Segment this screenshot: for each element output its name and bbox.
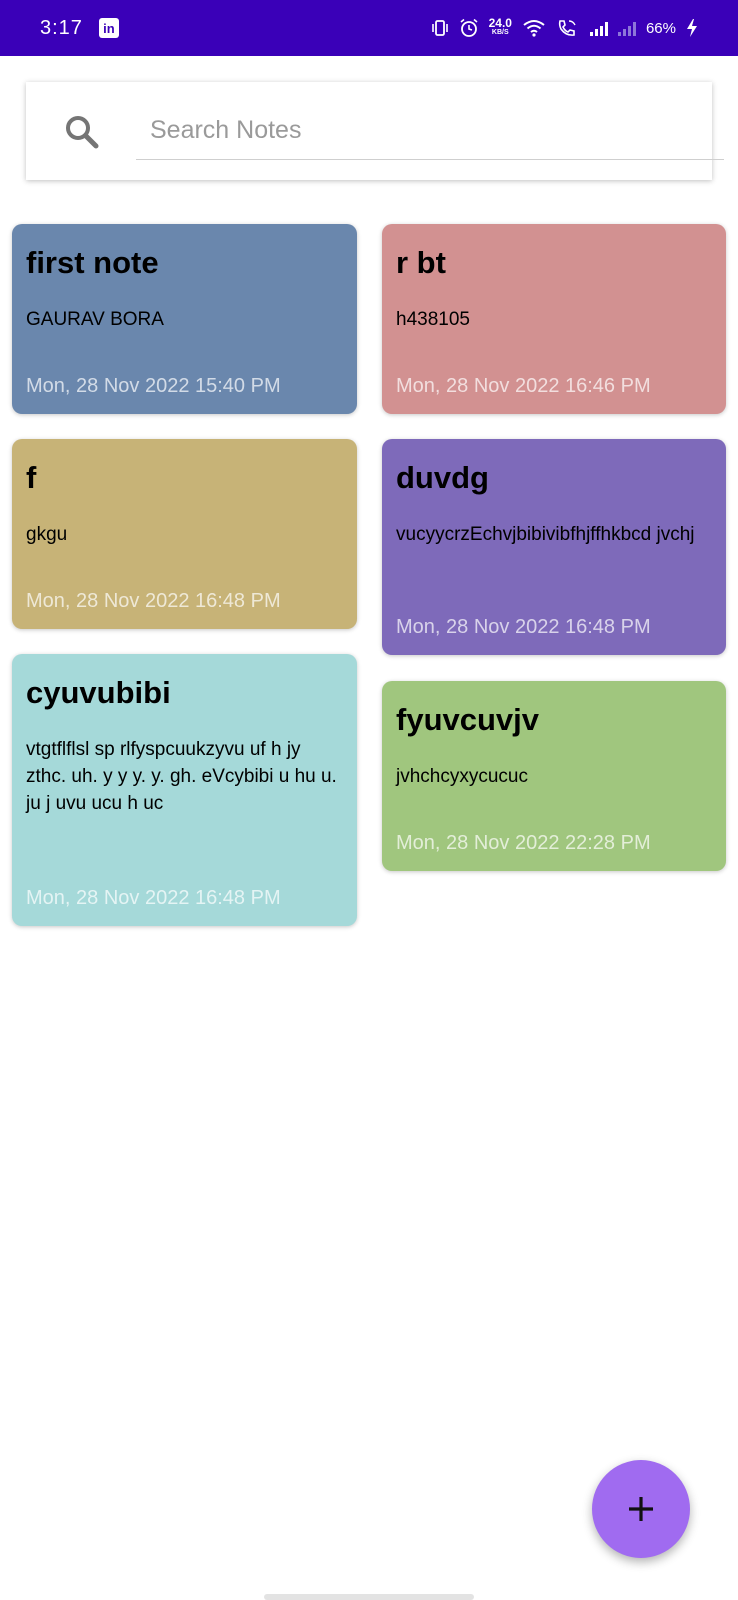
wifi-calling-icon (558, 20, 576, 36)
note-date: Mon, 28 Nov 2022 16:48 PM (396, 616, 651, 638)
search-input[interactable] (136, 102, 724, 160)
note-date: Mon, 28 Nov 2022 15:40 PM (26, 375, 281, 397)
charging-icon (687, 19, 697, 37)
note-card[interactable]: duvdg vucyycrzEchvjbibivibfhjffhkbcd jvc… (382, 439, 726, 655)
signal-icon (589, 20, 608, 36)
add-note-button[interactable] (592, 1460, 690, 1558)
note-card[interactable]: f gkgu Mon, 28 Nov 2022 16:48 PM (12, 439, 357, 629)
note-card[interactable]: r bt h438105 Mon, 28 Nov 2022 16:46 PM (382, 224, 726, 414)
home-indicator[interactable] (264, 1594, 474, 1600)
note-body: vtgtflflsl sp rlfyspcuukzyvu uf h jy zth… (26, 739, 337, 814)
note-body: vucyycrzEchvjbibivibfhjffhkbcd jvchj (396, 524, 695, 545)
signal-2-icon (617, 20, 636, 36)
status-time: 3:17 (40, 16, 83, 39)
wifi-icon (523, 20, 545, 37)
note-title: duvdg (396, 460, 489, 495)
linkedin-icon: in (98, 18, 119, 38)
note-card[interactable]: cyuvubibi vtgtflflsl sp rlfyspcuukzyvu u… (12, 654, 357, 926)
note-date: Mon, 28 Nov 2022 22:28 PM (396, 832, 651, 854)
search-icon (66, 116, 99, 149)
battery-level: 66% (645, 19, 676, 37)
alarm-icon (460, 18, 478, 37)
status-bar: 3:17 in 24.0 KB/S 66% (0, 0, 738, 56)
note-title: cyuvubibi (26, 675, 171, 710)
plus-icon (629, 1497, 653, 1521)
note-title: r bt (396, 245, 446, 280)
search-bar (26, 82, 724, 180)
vibrate-icon (431, 20, 448, 36)
note-title: f (26, 460, 37, 495)
note-body: h438105 (396, 309, 470, 330)
note-title: fyuvcuvjv (396, 702, 540, 737)
note-date: Mon, 28 Nov 2022 16:46 PM (396, 375, 651, 397)
note-card[interactable]: first note GAURAV BORA Mon, 28 Nov 2022 … (12, 224, 357, 414)
note-date: Mon, 28 Nov 2022 16:48 PM (26, 590, 281, 612)
note-card[interactable]: fyuvcuvjv jvhchcyxycucuc Mon, 28 Nov 202… (382, 681, 726, 871)
note-body: gkgu (26, 524, 68, 545)
note-body: jvhchcyxycucuc (396, 766, 528, 787)
note-title: first note (26, 245, 159, 280)
network-speed: 24.0 KB/S (488, 16, 512, 36)
note-date: Mon, 28 Nov 2022 16:48 PM (26, 887, 281, 909)
note-body: GAURAV BORA (26, 309, 164, 330)
